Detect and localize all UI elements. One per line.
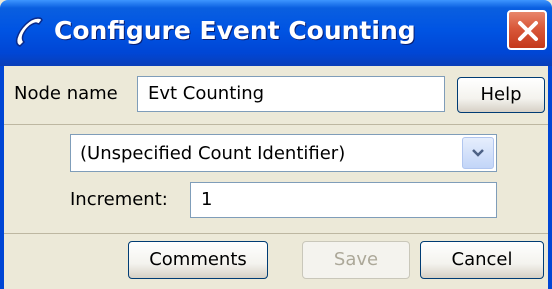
help-button[interactable]: Help bbox=[457, 77, 545, 113]
save-button: Save bbox=[302, 241, 410, 279]
count-settings-panel: (Unspecified Count Identifier) Increment… bbox=[4, 125, 548, 234]
increment-input[interactable]: 1 bbox=[190, 182, 497, 218]
count-identifier-value: (Unspecified Count Identifier) bbox=[80, 143, 346, 164]
count-identifier-dropdown[interactable]: (Unspecified Count Identifier) bbox=[70, 134, 497, 172]
window-title: Configure Event Counting bbox=[54, 16, 416, 45]
close-button[interactable] bbox=[507, 10, 547, 50]
node-name-input[interactable]: Evt Counting bbox=[137, 76, 445, 112]
button-bar: Comments Save Cancel bbox=[4, 234, 548, 289]
title-bar[interactable]: Configure Event Counting bbox=[0, 0, 552, 66]
phone-handset-icon bbox=[8, 12, 48, 52]
node-name-row: Node name Evt Counting Help bbox=[4, 66, 548, 125]
node-name-label: Node name bbox=[14, 83, 118, 104]
dropdown-button[interactable] bbox=[462, 137, 494, 169]
increment-label: Increment: bbox=[70, 189, 168, 210]
cancel-button[interactable]: Cancel bbox=[420, 241, 544, 279]
comments-button[interactable]: Comments bbox=[128, 241, 268, 279]
window-frame-right bbox=[548, 66, 552, 289]
configure-event-counting-dialog: Configure Event Counting Node name Evt C… bbox=[0, 0, 552, 289]
